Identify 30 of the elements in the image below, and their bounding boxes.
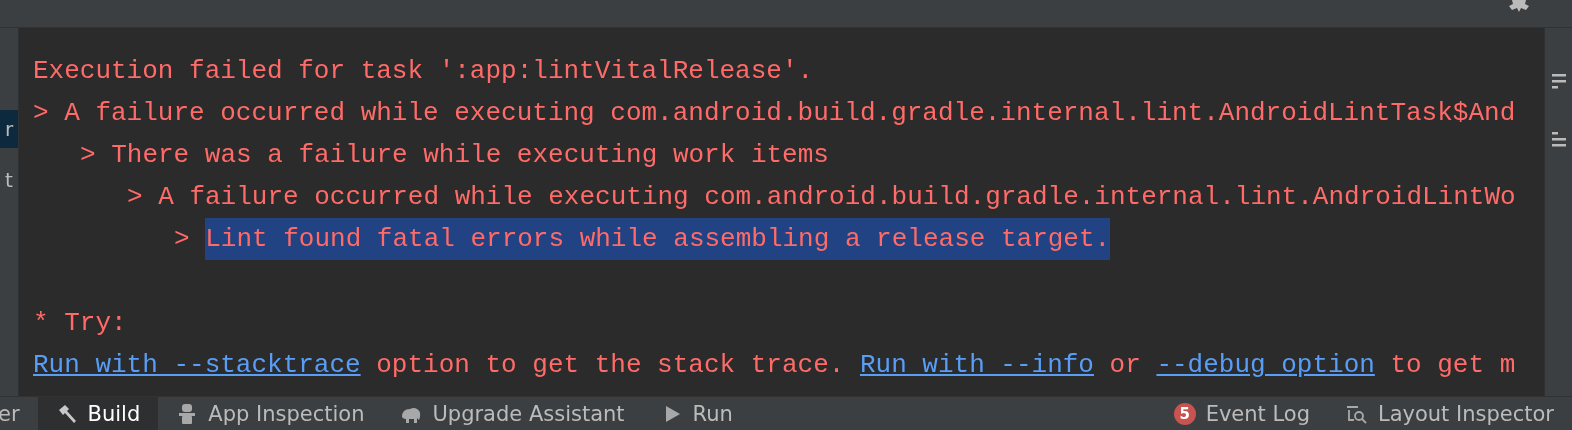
tool-tab[interactable]: er [0, 397, 38, 430]
console-arrow: > [80, 139, 96, 172]
count-badge: 5 [1173, 403, 1196, 425]
settings-icon[interactable] [1506, 0, 1532, 14]
try-heading: * Try: [33, 307, 127, 340]
tool-tab[interactable]: App Inspection [158, 397, 383, 430]
hint-text: or [1108, 349, 1142, 382]
list-icon[interactable] [1551, 130, 1566, 150]
tool-tab[interactable]: Upgrade Assistant [382, 397, 643, 430]
error-message: Lint found fatal errors while assembling a release target. [205, 218, 1111, 260]
tool-tab[interactable]: Run [642, 397, 751, 430]
tool-tab[interactable]: 5 Event Log [1155, 397, 1328, 430]
hint-link[interactable]: Run with --stacktrace [33, 344, 361, 386]
error-message: A failure occurred while executing com.android.build.gradle.internal.lint.AndroidLintWo [158, 181, 1516, 214]
console-arrow: > [127, 181, 143, 214]
error-message: Execution failed for task ':app:lintVitalRelease'. [33, 55, 814, 88]
console-arrow: > [33, 97, 49, 130]
hint-text: to get m [1389, 349, 1516, 382]
tool-tab[interactable]: Layout Inspector [1327, 397, 1572, 430]
error-message: There was a failure while executing work items [111, 139, 829, 172]
tool-tab[interactable]: Build [37, 397, 159, 430]
error-message: A failure occurred while executing com.android.build.gradle.internal.lint.AndroidLintTask$And [64, 97, 1516, 130]
hint-link[interactable]: Run with --info [859, 344, 1094, 386]
layout-inspector-icon [1345, 403, 1368, 425]
list-icon[interactable] [1551, 72, 1566, 92]
panel-item[interactable]: r [0, 110, 18, 148]
panel-item[interactable]: t [0, 168, 18, 192]
hint-text: option to get the stack trace. [375, 349, 846, 382]
hint-link[interactable]: --debug option [1156, 344, 1375, 386]
console-arrow: > [174, 223, 190, 256]
